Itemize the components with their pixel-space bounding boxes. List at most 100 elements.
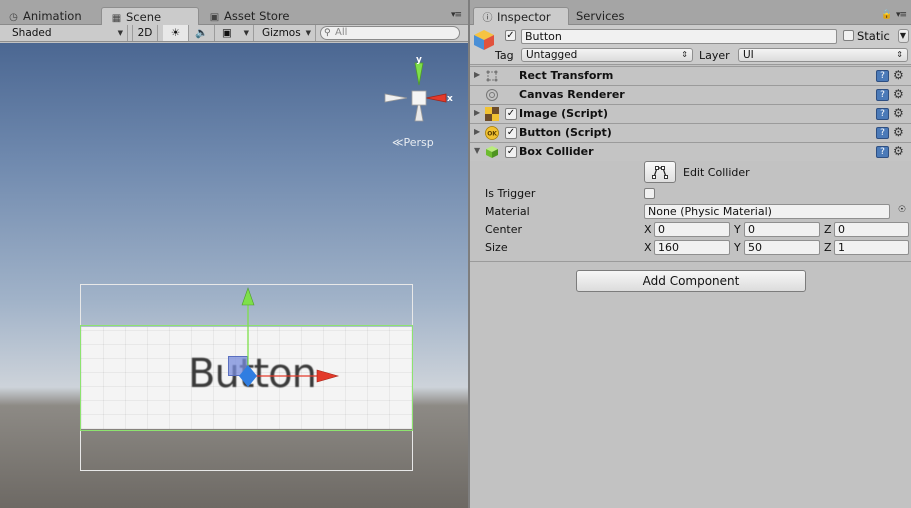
move-x-arrow-icon[interactable] <box>316 369 340 383</box>
dropdown-arrow-icon: ▼ <box>899 31 906 40</box>
panel-menu-icon[interactable]: ▾≡ <box>896 10 907 20</box>
component-box-collider[interactable]: ▼ ✓ Box Collider ? ⚙ <box>470 142 911 161</box>
gear-icon[interactable]: ⚙ <box>893 68 904 82</box>
center-y-field[interactable]: 0 <box>744 222 820 237</box>
layer-dropdown[interactable]: UI ⇕ <box>738 48 908 62</box>
tab-animation[interactable]: ◷ Animation <box>8 7 82 25</box>
dropdown-arrow-icon: ▼ <box>117 29 123 37</box>
gizmo-y-cone[interactable] <box>414 62 424 86</box>
move-y-arrow-icon[interactable] <box>241 287 255 306</box>
gizmo-center-cube[interactable] <box>411 90 427 106</box>
help-icon[interactable]: ? <box>876 70 889 82</box>
tab-asset-store[interactable]: ▣ Asset Store <box>209 7 290 25</box>
center-x-axis-label: X <box>644 223 652 236</box>
edit-collider-label: Edit Collider <box>683 166 750 179</box>
fold-arrow-icon[interactable]: ▶ <box>474 127 480 136</box>
edit-collider-icon <box>652 166 668 179</box>
tab-scene[interactable]: ▦ Scene <box>101 7 199 25</box>
material-field[interactable]: None (Physic Material) <box>644 204 890 219</box>
object-picker-icon[interactable]: ☉ <box>898 205 906 215</box>
panel-menu-icon[interactable]: ▾≡ <box>451 10 462 20</box>
center-z-axis-label: Z <box>824 223 832 236</box>
dropdown-arrow-icon: ▼ <box>305 29 311 37</box>
box-collider-icon <box>486 146 498 158</box>
edit-collider-button[interactable] <box>644 161 676 183</box>
fold-arrow-down-icon[interactable]: ▼ <box>474 146 480 155</box>
gear-icon[interactable]: ⚙ <box>893 125 904 139</box>
component-separator <box>470 261 911 262</box>
dropdown-arrow-icon: ▼ <box>243 29 249 37</box>
tag-dropdown[interactable]: Untagged ⇕ <box>521 48 693 62</box>
component-image-script[interactable]: ▶ ✓ Image (Script) ? ⚙ <box>470 104 911 123</box>
component-rect-transform[interactable]: ▶ Rect Transform ? ⚙ <box>470 66 911 85</box>
gizmo-x-label: x <box>447 94 453 104</box>
gameobject-cube-icon <box>474 30 494 50</box>
lock-icon[interactable]: 🔒 <box>881 10 892 20</box>
object-header: ✓ Button Static ▼ Tag Untagged ⇕ Layer UI… <box>470 25 911 65</box>
canvas-renderer-icon <box>486 89 498 101</box>
is-trigger-checkbox[interactable] <box>644 188 655 199</box>
scene-view[interactable]: y x ≪Persp Button <box>0 43 468 508</box>
gizmos-dropdown[interactable]: Gizmos ▼ <box>258 25 316 41</box>
size-label: Size <box>485 241 508 254</box>
audio-toggle-button[interactable]: 🔈 <box>189 25 215 41</box>
orientation-gizmo[interactable]: y x <box>384 53 454 133</box>
lighting-toggle-button[interactable]: ☀ <box>163 25 189 41</box>
scene-toolbar: Shaded ▼ 2D ☀ 🔈 ▣ ▼ Gizmos ▼ ⚲ All <box>0 25 468 42</box>
dropdown-arrow-icon: ⇕ <box>681 50 688 59</box>
svg-text:OK: OK <box>487 131 497 138</box>
gear-icon[interactable]: ⚙ <box>893 144 904 158</box>
size-x-axis-label: X <box>644 241 652 254</box>
gear-icon[interactable]: ⚙ <box>893 87 904 101</box>
gizmo-y-label: y <box>416 55 422 65</box>
gizmo-x-cone[interactable] <box>425 93 447 103</box>
component-title: Canvas Renderer <box>519 88 625 101</box>
sun-icon: ☀ <box>170 27 181 39</box>
static-checkbox[interactable] <box>843 30 854 41</box>
effects-dropdown[interactable]: ▣ ▼ <box>218 25 254 41</box>
fold-arrow-icon[interactable]: ▶ <box>474 108 480 117</box>
search-icon: ⚲ <box>324 28 331 38</box>
center-y-axis-label: Y <box>734 223 741 236</box>
image-script-icon <box>485 107 499 121</box>
component-enabled-checkbox[interactable]: ✓ <box>505 146 517 158</box>
gizmo-neg-x-cone[interactable] <box>384 93 408 103</box>
help-icon[interactable]: ? <box>876 127 889 139</box>
static-label: Static <box>857 29 890 43</box>
draw-mode-dropdown[interactable]: Shaded ▼ <box>0 25 128 41</box>
projection-label[interactable]: ≪Persp <box>392 136 434 149</box>
tab-services[interactable]: Services <box>576 7 625 25</box>
move-tool-gizmo[interactable] <box>228 283 348 393</box>
help-icon[interactable]: ? <box>876 108 889 120</box>
scene-panel: ◷ Animation ▦ Scene ▣ Asset Store ▾≡ Shaded… <box>0 0 468 508</box>
size-y-field[interactable]: 50 <box>744 240 820 255</box>
center-x-field[interactable]: 0 <box>654 222 730 237</box>
component-canvas-renderer[interactable]: Canvas Renderer ? ⚙ <box>470 85 911 104</box>
size-z-field[interactable]: 1 <box>834 240 909 255</box>
toggle-2d-button[interactable]: 2D <box>132 25 158 41</box>
help-icon[interactable]: ? <box>876 146 889 158</box>
component-title: Button (Script) <box>519 126 612 139</box>
material-label: Material <box>485 205 530 218</box>
gear-icon[interactable]: ⚙ <box>893 106 904 120</box>
tab-inspector[interactable]: ⓘ Inspector <box>473 7 569 25</box>
inspector-panel: ⓘ Inspector Services 🔒 ▾≡ ✓ Button Static… <box>470 0 911 508</box>
rect-transform-icon <box>486 70 498 82</box>
scene-search-input[interactable]: ⚲ All <box>320 26 460 40</box>
add-component-button[interactable]: Add Component <box>576 270 806 292</box>
static-dropdown[interactable]: ▼ <box>898 29 909 43</box>
fold-arrow-icon[interactable]: ▶ <box>474 70 480 79</box>
component-title: Box Collider <box>519 145 594 158</box>
center-label: Center <box>485 223 523 236</box>
object-name-field[interactable]: Button <box>521 29 837 44</box>
help-icon[interactable]: ? <box>876 89 889 101</box>
layer-label: Layer <box>699 49 730 62</box>
component-title: Rect Transform <box>519 69 614 82</box>
center-z-field[interactable]: 0 <box>834 222 909 237</box>
size-x-field[interactable]: 160 <box>654 240 730 255</box>
component-enabled-checkbox[interactable]: ✓ <box>505 127 517 139</box>
component-button-script[interactable]: ▶ OK ✓ Button (Script) ? ⚙ <box>470 123 911 142</box>
move-z-handle-icon[interactable] <box>239 365 257 387</box>
component-enabled-checkbox[interactable]: ✓ <box>505 108 517 120</box>
object-active-checkbox[interactable]: ✓ <box>505 30 516 41</box>
